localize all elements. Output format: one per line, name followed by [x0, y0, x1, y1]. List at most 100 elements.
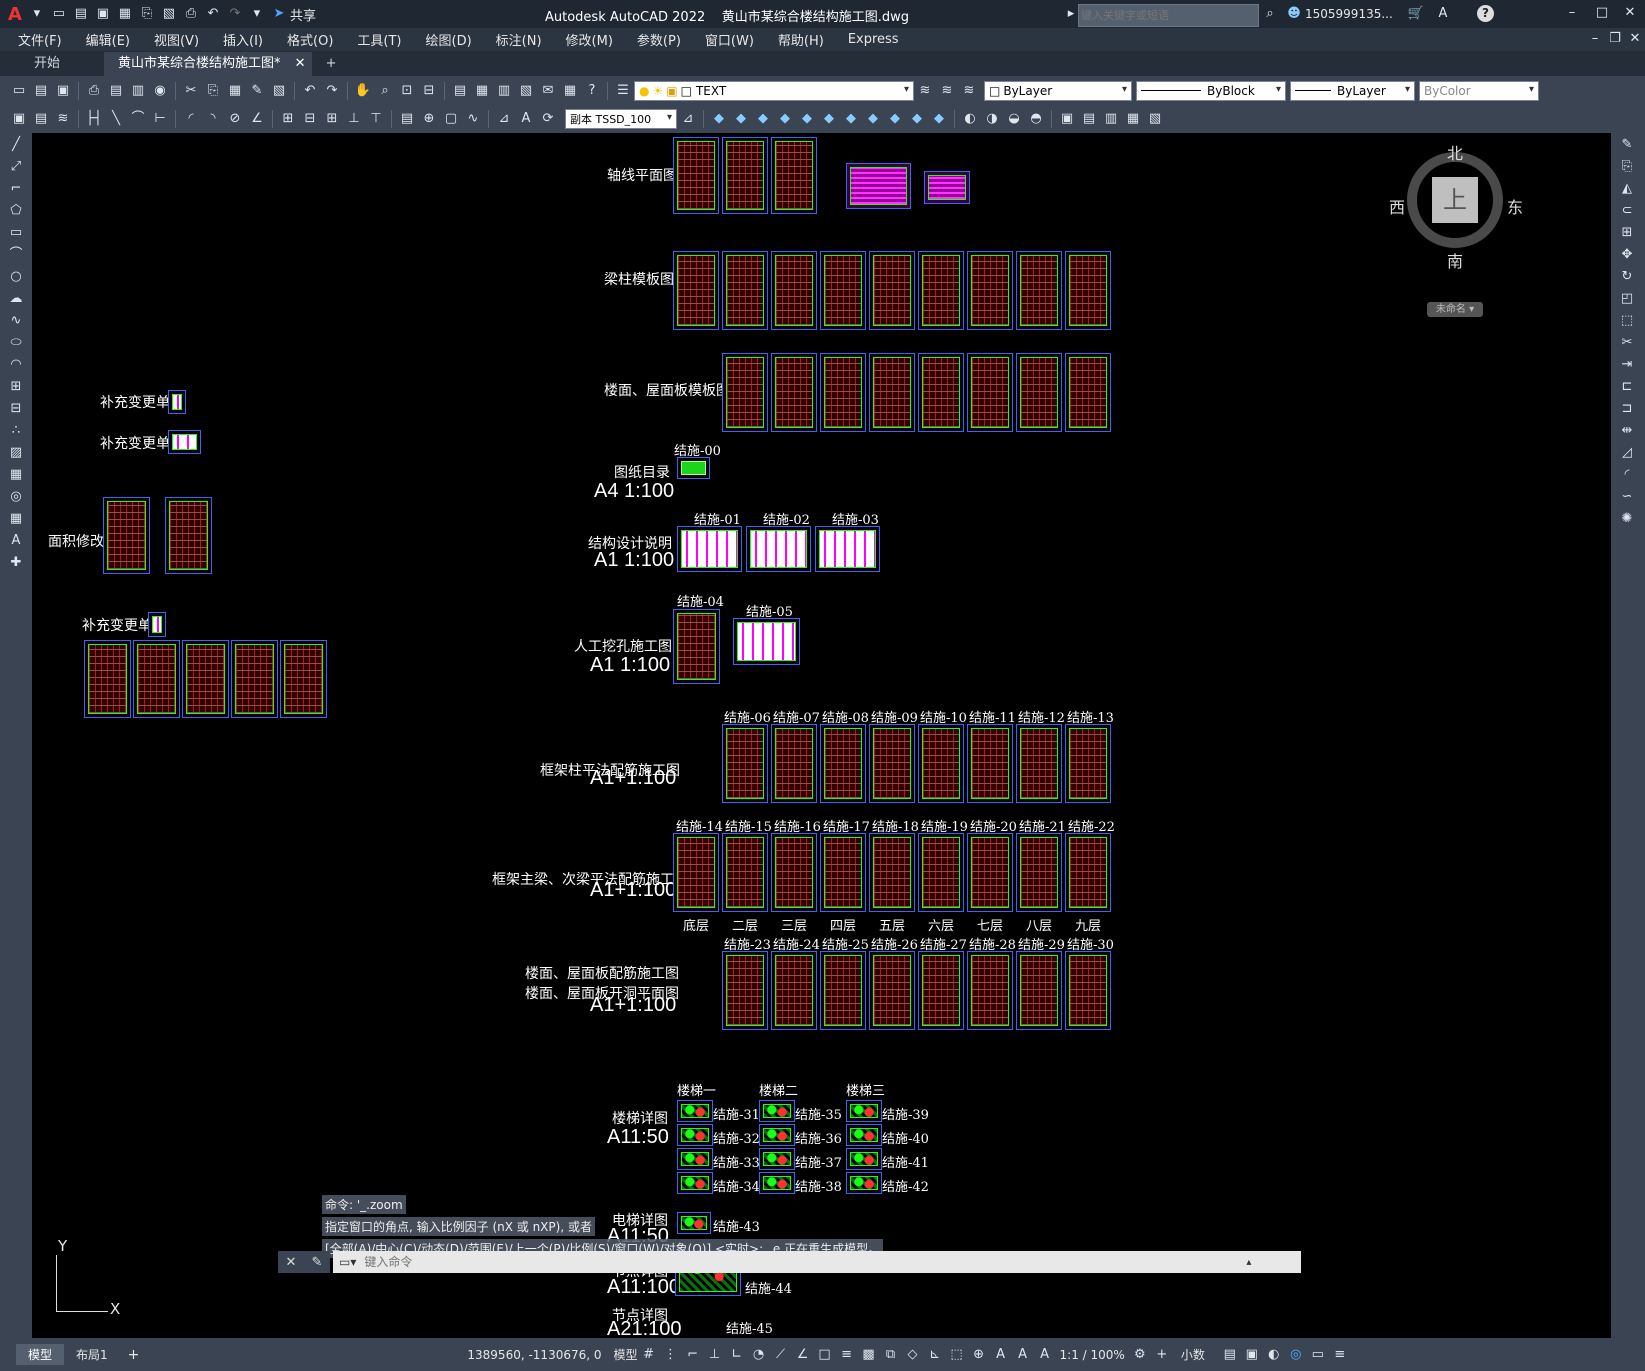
menu-item[interactable]: 参数(P)	[625, 30, 693, 49]
tab-drawing[interactable]: 黄山市某综合楼结构施工图* ✕	[104, 51, 312, 76]
render-icon-2[interactable]: ◑	[983, 110, 1001, 128]
line-icon[interactable]: ╱	[6, 135, 26, 155]
table-icon[interactable]: ▦	[6, 509, 26, 529]
drawing-sheet[interactable]	[869, 951, 915, 1030]
dynamic-ucs-icon[interactable]: ⊾	[926, 1346, 944, 1364]
cart-icon[interactable]: 🛒	[1407, 5, 1425, 23]
web-icon[interactable]: ◉	[151, 82, 169, 100]
drawing-sheet[interactable]	[677, 1148, 713, 1170]
rotate-icon[interactable]: ↻	[1617, 267, 1637, 287]
layer-previous-icon[interactable]: ≋	[938, 82, 956, 100]
zoom-previous-icon[interactable]: ⊟	[420, 82, 438, 100]
menu-item[interactable]: Express	[836, 32, 911, 47]
stretch-icon[interactable]: ⬚	[1617, 311, 1637, 331]
join-icon[interactable]: ⇹	[1617, 421, 1637, 441]
drawing-sheet[interactable]	[168, 430, 201, 454]
drawing-sheet[interactable]	[84, 640, 131, 718]
drawing-sheet[interactable]	[820, 353, 866, 432]
drawing-sheet[interactable]	[820, 833, 866, 912]
modify-icon-6[interactable]: ◆	[820, 110, 838, 128]
erase-icon[interactable]: ✎	[1617, 135, 1637, 155]
search-input[interactable]	[1078, 4, 1259, 27]
autodesk-app-icon[interactable]: A	[1434, 5, 1452, 23]
grid-icon[interactable]: #	[640, 1346, 658, 1364]
dim-arc-icon[interactable]: ⌒	[129, 110, 147, 128]
annotation-scale-icon[interactable]: A	[1036, 1346, 1054, 1364]
publish-icon[interactable]: ▥	[129, 82, 147, 100]
drawing-sheet[interactable]	[165, 497, 212, 574]
drawing-sheet[interactable]	[673, 137, 719, 214]
drawing-sheet[interactable]	[967, 833, 1013, 912]
drawing-sheet[interactable]	[1065, 833, 1111, 912]
user-icon[interactable]: ☻	[1285, 5, 1303, 23]
menu-item[interactable]: 标注(N)	[484, 30, 554, 49]
share-icon[interactable]: ➤	[270, 5, 288, 23]
toolpalette-icon[interactable]: ▥	[495, 82, 513, 100]
new-tab-button[interactable]: +	[312, 52, 351, 76]
arc-icon[interactable]: ⌒	[6, 245, 26, 265]
pan-icon[interactable]: ✋	[354, 82, 372, 100]
menu-item[interactable]: 工具(T)	[345, 30, 413, 49]
view-icon-1[interactable]: ▣	[1058, 110, 1076, 128]
command-input[interactable]	[362, 1254, 1247, 1270]
tab-layout1[interactable]: 布局1	[64, 1344, 120, 1365]
drawing-sheet[interactable]	[869, 251, 915, 330]
drawing-sheet[interactable]	[673, 609, 720, 684]
drawing-sheet[interactable]	[1065, 353, 1111, 432]
drawing-sheet[interactable]	[182, 640, 229, 718]
zoom-realtime-icon[interactable]: ⌕	[376, 82, 394, 100]
modify-icon-8[interactable]: ◆	[864, 110, 882, 128]
trim-icon[interactable]: ✂	[1617, 333, 1637, 353]
drawing-sheet[interactable]	[918, 951, 964, 1030]
open-icon[interactable]: ▤	[72, 5, 90, 23]
maximize-icon[interactable]: □	[1593, 4, 1611, 22]
dim-aligned-icon[interactable]: ╲	[107, 110, 125, 128]
drawing-sheet[interactable]	[820, 724, 866, 803]
drawing-sheet[interactable]	[733, 618, 800, 665]
chamfer-icon[interactable]: ◿	[1617, 443, 1637, 463]
layer-icon[interactable]: ▤	[32, 110, 50, 128]
drawing-sheet[interactable]	[815, 526, 880, 572]
drawing-sheet[interactable]	[1065, 724, 1111, 803]
render-icon-4[interactable]: ◓	[1027, 110, 1045, 128]
quick-properties-icon[interactable]: ▤	[1221, 1346, 1239, 1364]
drawing-sheet[interactable]	[759, 1124, 795, 1146]
explode-icon[interactable]: ✺	[1617, 509, 1637, 529]
dim-break-icon[interactable]: ⊤	[367, 110, 385, 128]
region-icon[interactable]: ◎	[6, 487, 26, 507]
modify-icon-4[interactable]: ◆	[776, 110, 794, 128]
drawing-sheet[interactable]	[677, 457, 710, 479]
spline-icon[interactable]: ∿	[6, 311, 26, 331]
dim-ordinate-icon[interactable]: ⊢	[151, 110, 169, 128]
quick-dim-icon[interactable]: ⊞	[279, 110, 297, 128]
command-close-icon[interactable]: ✕	[286, 1255, 297, 1270]
drawing-sheet[interactable]	[846, 1100, 882, 1122]
save-icon[interactable]: ▣	[94, 5, 112, 23]
redo-icon[interactable]: ↷	[323, 82, 341, 100]
wcs-menu[interactable]: 未命名 ▾	[1427, 302, 1483, 317]
dynamic-input-icon[interactable]: ⊥	[706, 1346, 724, 1364]
drawing-sheet[interactable]	[918, 833, 964, 912]
drawing-sheet[interactable]	[820, 951, 866, 1030]
fillet-icon[interactable]: ◜	[1617, 465, 1637, 485]
drawing-sheet[interactable]	[133, 640, 180, 718]
drawing-sheet[interactable]	[746, 526, 811, 572]
make-block-icon[interactable]: ⊟	[6, 399, 26, 419]
drawing-sheet[interactable]	[677, 1172, 713, 1194]
plotstyle-dropdown[interactable]: ByColor ▾	[1419, 80, 1539, 101]
menu-item[interactable]: 修改(M)	[554, 30, 625, 49]
modify-icon-5[interactable]: ◆	[798, 110, 816, 128]
drawing-sheet[interactable]	[677, 526, 742, 572]
selection-filter-icon[interactable]: ⬚	[948, 1346, 966, 1364]
drawing-sheet[interactable]	[1016, 833, 1062, 912]
ellipse-icon[interactable]: ⬭	[6, 333, 26, 353]
command-line-handle[interactable]: ✕ ✎	[278, 1251, 330, 1273]
model-space-toggle[interactable]: 模型	[614, 1346, 638, 1363]
minimize-icon[interactable]: –	[1563, 4, 1581, 22]
save-as-icon[interactable]: ▦	[116, 5, 134, 23]
viewcube-top-face[interactable]: 上	[1432, 177, 1478, 223]
modify-icon-11[interactable]: ◆	[930, 110, 948, 128]
drawing-sheet[interactable]	[846, 1124, 882, 1146]
layers-icon[interactable]: ≋	[54, 110, 72, 128]
layer-make-current-icon[interactable]: ≋	[916, 82, 934, 100]
